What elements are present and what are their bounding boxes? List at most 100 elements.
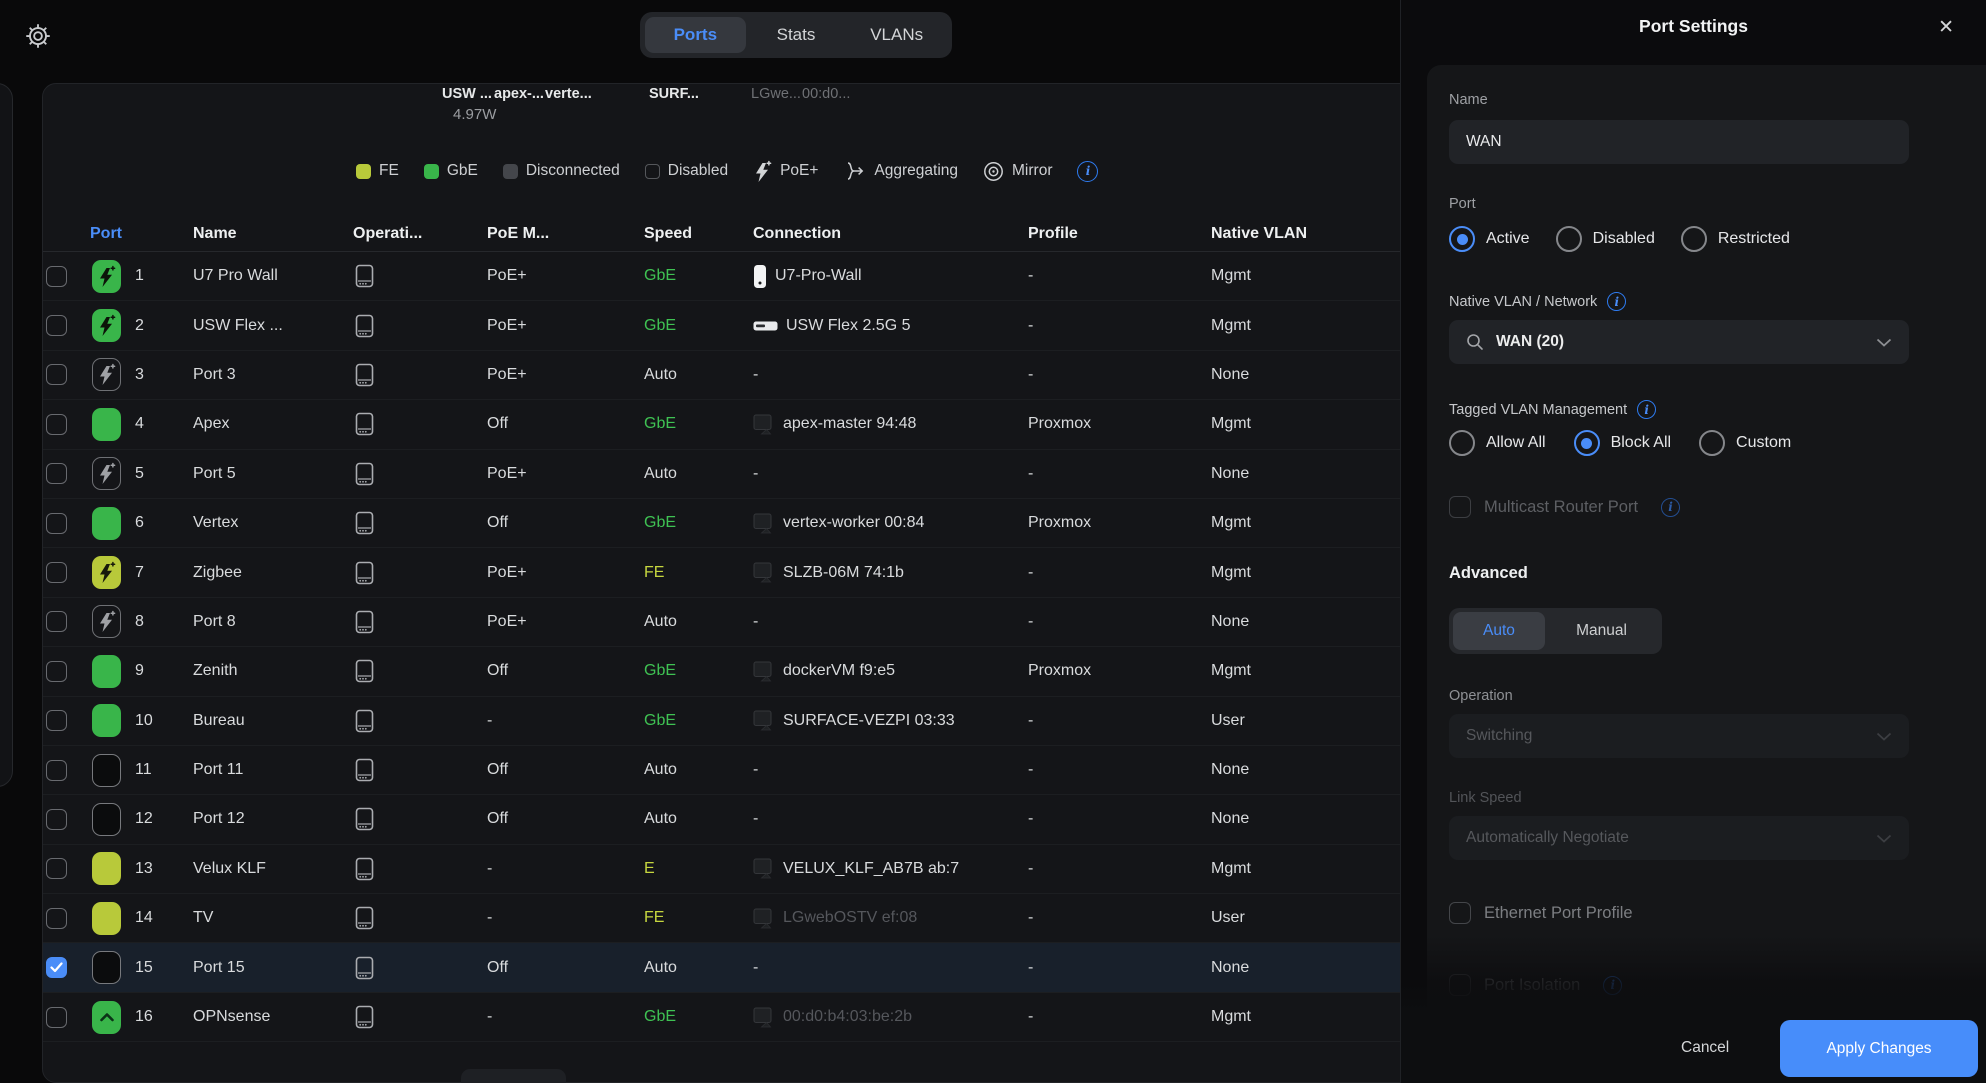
row-checkbox[interactable] bbox=[46, 710, 67, 731]
row-checkbox[interactable] bbox=[46, 513, 67, 534]
radio-disabled[interactable]: Disabled bbox=[1556, 226, 1655, 252]
advanced-mode-segmented-control: Auto Manual bbox=[1449, 608, 1662, 654]
table-row-port-15[interactable]: 15 Port 15 Off Auto - - None bbox=[43, 943, 1447, 992]
column-header-profile[interactable]: Profile bbox=[1028, 225, 1211, 243]
connection-name: 00:d0:b4:03:be:2b bbox=[783, 1008, 912, 1026]
profile: - bbox=[1028, 712, 1211, 730]
info-icon[interactable]: i bbox=[1637, 400, 1656, 419]
tab-vlans[interactable]: VLANs bbox=[846, 17, 947, 53]
table-row-port-9[interactable]: 9 Zenith Off GbE dockerVM f9:e5 Proxmox … bbox=[43, 647, 1447, 696]
connection: - bbox=[753, 810, 1028, 828]
poe-mode: - bbox=[487, 909, 644, 927]
table-row-port-11[interactable]: 11 Port 11 Off Auto - - None bbox=[43, 746, 1447, 795]
cancel-button[interactable]: Cancel bbox=[1661, 1012, 1749, 1083]
row-checkbox[interactable] bbox=[46, 760, 67, 781]
pagination-stub[interactable] bbox=[461, 1069, 566, 1083]
legend-label: Disconnected bbox=[526, 162, 620, 180]
operation-label: Operation bbox=[1449, 688, 1513, 704]
switch-device-icon bbox=[353, 707, 376, 735]
name-input[interactable] bbox=[1449, 120, 1909, 164]
ethernet-port-profile-checkbox-row[interactable]: Ethernet Port Profile bbox=[1449, 902, 1633, 924]
row-checkbox[interactable] bbox=[46, 414, 67, 435]
row-checkbox[interactable] bbox=[46, 266, 67, 287]
checkbox-icon[interactable] bbox=[1449, 902, 1471, 924]
client-device-icon bbox=[753, 562, 775, 583]
row-checkbox[interactable] bbox=[46, 463, 67, 484]
checkbox-icon[interactable] bbox=[1449, 496, 1471, 518]
multicast-router-port-checkbox-row[interactable]: Multicast Router Port i bbox=[1449, 496, 1680, 518]
tab-ports[interactable]: Ports bbox=[645, 17, 746, 53]
connection-empty: - bbox=[753, 465, 758, 483]
link-speed-select[interactable]: Automatically Negotiate bbox=[1449, 816, 1909, 860]
row-checkbox[interactable] bbox=[46, 315, 67, 336]
switch-device-icon bbox=[353, 460, 376, 488]
table-row-port-8[interactable]: 8 Port 8 PoE+ Auto - - None bbox=[43, 598, 1447, 647]
column-header-speed[interactable]: Speed bbox=[644, 225, 753, 243]
table-row-port-13[interactable]: 13 Velux KLF - E VELUX_KLF_AB7B ab:7 - M… bbox=[43, 845, 1447, 894]
radio-active[interactable]: Active bbox=[1449, 226, 1530, 252]
table-row-port-4[interactable]: 4 Apex Off GbE apex-master 94:48 Proxmox… bbox=[43, 400, 1447, 449]
close-icon[interactable]: ✕ bbox=[1932, 10, 1960, 45]
access-point-icon bbox=[753, 264, 767, 289]
link-speed-label: Link Speed bbox=[1449, 790, 1522, 806]
legend-info-icon[interactable]: i bbox=[1077, 161, 1098, 182]
segment-auto[interactable]: Auto bbox=[1453, 612, 1545, 650]
radio-block-all[interactable]: Block All bbox=[1574, 430, 1671, 456]
column-header-name[interactable]: Name bbox=[193, 225, 353, 243]
switch-device-icon bbox=[353, 410, 376, 438]
poe-bolt-icon bbox=[97, 314, 116, 337]
panel-card bbox=[1427, 65, 1986, 1012]
table-row-port-5[interactable]: 5 Port 5 PoE+ Auto - - None bbox=[43, 450, 1447, 499]
segment-manual[interactable]: Manual bbox=[1545, 612, 1658, 650]
chevron-down-icon bbox=[1876, 338, 1892, 347]
port-name: OPNsense bbox=[193, 1008, 353, 1026]
radio-restricted[interactable]: Restricted bbox=[1681, 226, 1790, 252]
column-header-port[interactable]: Port bbox=[90, 225, 193, 243]
table-row-port-2[interactable]: 2 USW Flex ... PoE+ GbE USW Flex 2.5G 5 … bbox=[43, 301, 1447, 350]
view-tabbar: Ports Stats VLANs bbox=[640, 12, 952, 58]
row-checkbox[interactable] bbox=[46, 661, 67, 682]
column-header-connection[interactable]: Connection bbox=[753, 225, 1028, 243]
profile: Proxmox bbox=[1028, 415, 1211, 433]
native-vlan-select[interactable]: WAN (20) bbox=[1449, 320, 1909, 364]
connection: - bbox=[753, 465, 1028, 483]
table-row-port-1[interactable]: 1 U7 Pro Wall PoE+ GbE U7-Pro-Wall - Mgm… bbox=[43, 252, 1447, 301]
column-header-operati[interactable]: Operati... bbox=[353, 225, 487, 243]
tab-stats[interactable]: Stats bbox=[746, 17, 847, 53]
radio-label: Disabled bbox=[1593, 230, 1655, 248]
port-number: 13 bbox=[135, 860, 153, 878]
tagged-vlan-radio-group: Allow All Block All Custom bbox=[1449, 428, 1791, 458]
row-checkbox[interactable] bbox=[46, 562, 67, 583]
info-icon[interactable]: i bbox=[1661, 498, 1680, 517]
row-checkbox[interactable] bbox=[46, 908, 67, 929]
row-checkbox[interactable] bbox=[46, 809, 67, 830]
radio-allow-all[interactable]: Allow All bbox=[1449, 430, 1546, 456]
table-row-port-3[interactable]: 3 Port 3 PoE+ Auto - - None bbox=[43, 351, 1447, 400]
table-row-port-12[interactable]: 12 Port 12 Off Auto - - None bbox=[43, 795, 1447, 844]
info-icon[interactable]: i bbox=[1603, 976, 1622, 995]
table-row-port-6[interactable]: 6 Vertex Off GbE vertex-worker 00:84 Pro… bbox=[43, 499, 1447, 548]
radio-circle-icon bbox=[1449, 226, 1475, 252]
column-header-poem[interactable]: PoE M... bbox=[487, 225, 644, 243]
table-row-port-16[interactable]: 16 OPNsense - GbE 00:d0:b4:03:be:2b - Mg… bbox=[43, 993, 1447, 1042]
table-row-port-7[interactable]: 7 Zigbee PoE+ FE SLZB-06M 74:1b - Mgmt bbox=[43, 548, 1447, 597]
connection: USW Flex 2.5G 5 bbox=[753, 317, 1028, 335]
settings-gear-icon[interactable] bbox=[22, 20, 54, 52]
speed: GbE bbox=[644, 317, 753, 335]
table-row-port-10[interactable]: 10 Bureau - GbE SURFACE-VEZPI 03:33 - Us… bbox=[43, 697, 1447, 746]
row-checkbox[interactable] bbox=[46, 611, 67, 632]
row-checkbox[interactable] bbox=[46, 364, 67, 385]
panel-title: Port Settings bbox=[1401, 16, 1986, 37]
row-checkbox[interactable] bbox=[46, 858, 67, 879]
operation-select[interactable]: Switching bbox=[1449, 714, 1909, 758]
row-checkbox[interactable] bbox=[46, 957, 67, 978]
info-icon[interactable]: i bbox=[1607, 292, 1626, 311]
table-row-port-14[interactable]: 14 TV - FE LGwebOSTV ef:08 - User bbox=[43, 894, 1447, 943]
connection: - bbox=[753, 366, 1028, 384]
checkbox-icon[interactable] bbox=[1449, 974, 1471, 996]
apply-changes-button[interactable]: Apply Changes bbox=[1780, 1020, 1978, 1077]
radio-custom[interactable]: Custom bbox=[1699, 430, 1791, 456]
row-checkbox[interactable] bbox=[46, 1007, 67, 1028]
port-isolation-checkbox-row[interactable]: Port Isolation i bbox=[1449, 974, 1622, 996]
radio-label: Custom bbox=[1736, 434, 1791, 452]
